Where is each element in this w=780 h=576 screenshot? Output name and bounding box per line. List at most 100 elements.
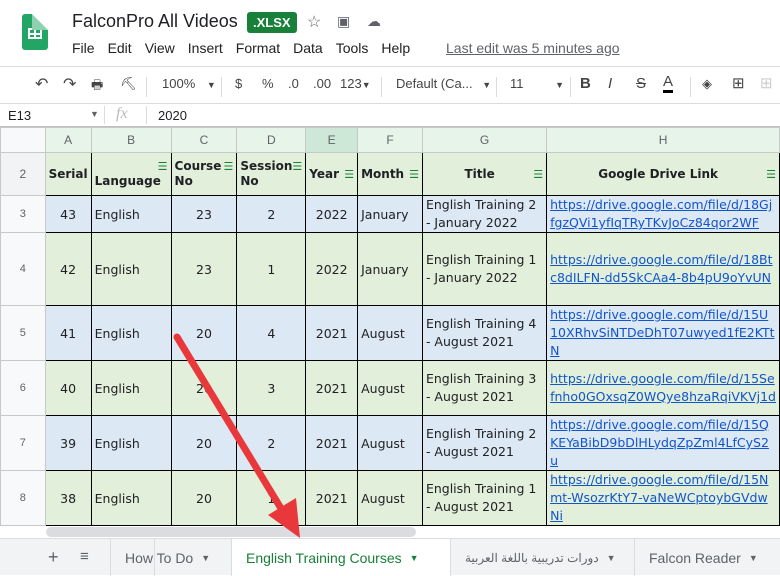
row-header[interactable]: 2 [0,152,46,196]
cell-serial[interactable]: 38 [44,470,92,526]
name-box[interactable]: E13 [8,108,31,123]
row-header[interactable]: 4 [0,232,46,306]
name-box-dropdown-icon[interactable]: ▼ [90,109,99,119]
cell-drive-link[interactable]: https://drive.google.com/file/d/15QKEYaB… [546,415,780,471]
sheets-logo[interactable] [22,14,48,50]
cell-drive-link[interactable]: https://drive.google.com/file/d/15Nmt-Ws… [546,470,780,526]
column-header-g[interactable]: G [421,127,548,153]
column-header-b[interactable]: B [90,127,172,153]
drive-link[interactable]: https://drive.google.com/file/d/15U10XRh… [550,307,774,358]
filter-icon[interactable]: ☰ [224,159,234,174]
filter-icon[interactable]: ☰ [533,167,543,182]
column-header-a[interactable]: A [44,127,92,153]
increase-decimal-button[interactable]: .00 [313,76,331,91]
menu-insert[interactable]: Insert [188,40,223,56]
cell-language[interactable]: English [90,232,172,306]
fill-color-icon[interactable]: ◈ [702,76,712,92]
zoom-select[interactable]: 100% ▼ [162,76,216,91]
cell-session-no[interactable]: 1 [236,470,307,526]
font-size-select[interactable]: 11 ▼ [510,76,564,91]
cell-course-no[interactable]: 20 [170,470,238,526]
cell-drive-link[interactable]: https://drive.google.com/file/d/15U10XRh… [546,305,780,361]
menu-file[interactable]: File [72,40,95,56]
cell-language[interactable]: English [90,415,172,471]
header-language[interactable]: ☰ Language [90,152,172,196]
currency-button[interactable]: $ [235,76,242,91]
header-year[interactable]: ☰ Year [305,152,359,196]
cell-drive-link[interactable]: https://drive.google.com/file/d/15Sefnho… [546,360,780,416]
cloud-status-icon[interactable]: ☁ [367,13,381,30]
drive-link[interactable]: https://drive.google.com/file/d/15Sefnho… [550,371,776,404]
cell-title[interactable]: English Training 2 - January 2022 [421,195,548,233]
cell-month[interactable]: January [357,232,423,306]
drive-link[interactable]: https://drive.google.com/file/d/18GjfgzQ… [550,197,772,230]
sheet-tab-how-to-do[interactable]: How To Do ▼ [110,539,232,576]
cell-course-no[interactable]: 20 [170,305,238,361]
more-formats-button[interactable]: 123▼ [340,76,371,91]
column-header-c[interactable]: C [170,127,238,153]
cell-title[interactable]: English Training 2 - August 2021 [421,415,548,471]
sheet-tab-arabic-courses[interactable]: دورات تدريبية باللغة العربية ▼ [451,539,635,576]
all-sheets-icon[interactable]: ≡ [80,548,89,565]
borders-icon[interactable]: ⊞ [732,74,745,92]
header-session-no[interactable]: ☰ Session No [236,152,307,196]
select-all-corner[interactable] [0,127,46,153]
menu-edit[interactable]: Edit [108,40,132,56]
cell-course-no[interactable]: 20 [170,360,238,416]
bold-button[interactable]: B [580,75,591,92]
font-select[interactable]: Default (Ca... ▼ [396,76,491,91]
filter-icon[interactable]: ☰ [409,167,419,182]
cell-drive-link[interactable]: https://drive.google.com/file/d/18Btc8dI… [546,232,780,306]
column-header-e[interactable]: E [305,127,359,153]
drive-link[interactable]: https://drive.google.com/file/d/15Nmt-Ws… [550,472,768,523]
row-header[interactable]: 6 [0,360,46,416]
cell-year[interactable]: 2022 [305,195,359,233]
cell-title[interactable]: English Training 4 - August 2021 [421,305,548,361]
cell-serial[interactable]: 39 [44,415,92,471]
horizontal-scrollbar[interactable] [46,527,416,537]
print-icon[interactable]: 🖶 [91,76,103,98]
cell-serial[interactable]: 42 [44,232,92,306]
document-title[interactable]: FalconPro All Videos [72,11,238,32]
cell-serial[interactable]: 40 [44,360,92,416]
cell-language[interactable]: English [90,195,172,233]
cell-serial[interactable]: 41 [44,305,92,361]
cell-session-no[interactable]: 1 [236,232,307,306]
cell-month[interactable]: August [357,470,423,526]
menu-view[interactable]: View [145,40,175,56]
row-header[interactable]: 7 [0,415,46,471]
cell-month[interactable]: August [357,360,423,416]
filter-icon[interactable]: ☰ [344,167,354,182]
cell-year[interactable]: 2021 [305,305,359,361]
cell-session-no[interactable]: 4 [236,305,307,361]
add-sheet-icon[interactable]: + [48,547,59,568]
merge-cells-icon[interactable]: ⊞ [760,74,773,92]
cell-language[interactable]: English [90,470,172,526]
header-serial[interactable]: Serial [44,152,92,196]
menu-format[interactable]: Format [236,40,280,56]
cell-year[interactable]: 2021 [305,470,359,526]
cell-year[interactable]: 2021 [305,415,359,471]
paint-format-icon[interactable]: ⛏ [120,76,137,92]
decrease-decimal-button[interactable]: .0 [288,76,299,91]
cell-title[interactable]: English Training 1 - January 2022 [421,232,548,306]
menu-data[interactable]: Data [293,40,323,56]
header-title[interactable]: ☰ Title [421,152,548,196]
header-month[interactable]: ☰ Month [357,152,423,196]
column-header-d[interactable]: D [236,127,307,153]
percent-button[interactable]: % [262,76,274,91]
cell-month[interactable]: January [357,195,423,233]
cell-title[interactable]: English Training 1 - August 2021 [421,470,548,526]
last-edit-link[interactable]: Last edit was 5 minutes ago [446,40,620,56]
cell-course-no[interactable]: 23 [170,232,238,306]
cell-year[interactable]: 2022 [305,232,359,306]
drive-link[interactable]: https://drive.google.com/file/d/18Btc8dI… [550,252,772,285]
cell-session-no[interactable]: 3 [236,360,307,416]
menu-tools[interactable]: Tools [336,40,369,56]
cell-serial[interactable]: 43 [44,195,92,233]
cell-language[interactable]: English [90,360,172,416]
italic-button[interactable]: I [608,75,612,92]
cell-drive-link[interactable]: https://drive.google.com/file/d/18GjfgzQ… [546,195,780,233]
filter-icon[interactable]: ☰ [766,167,776,182]
sheet-tab-falcon-reader[interactable]: Falcon Reader ▼ [635,539,780,576]
